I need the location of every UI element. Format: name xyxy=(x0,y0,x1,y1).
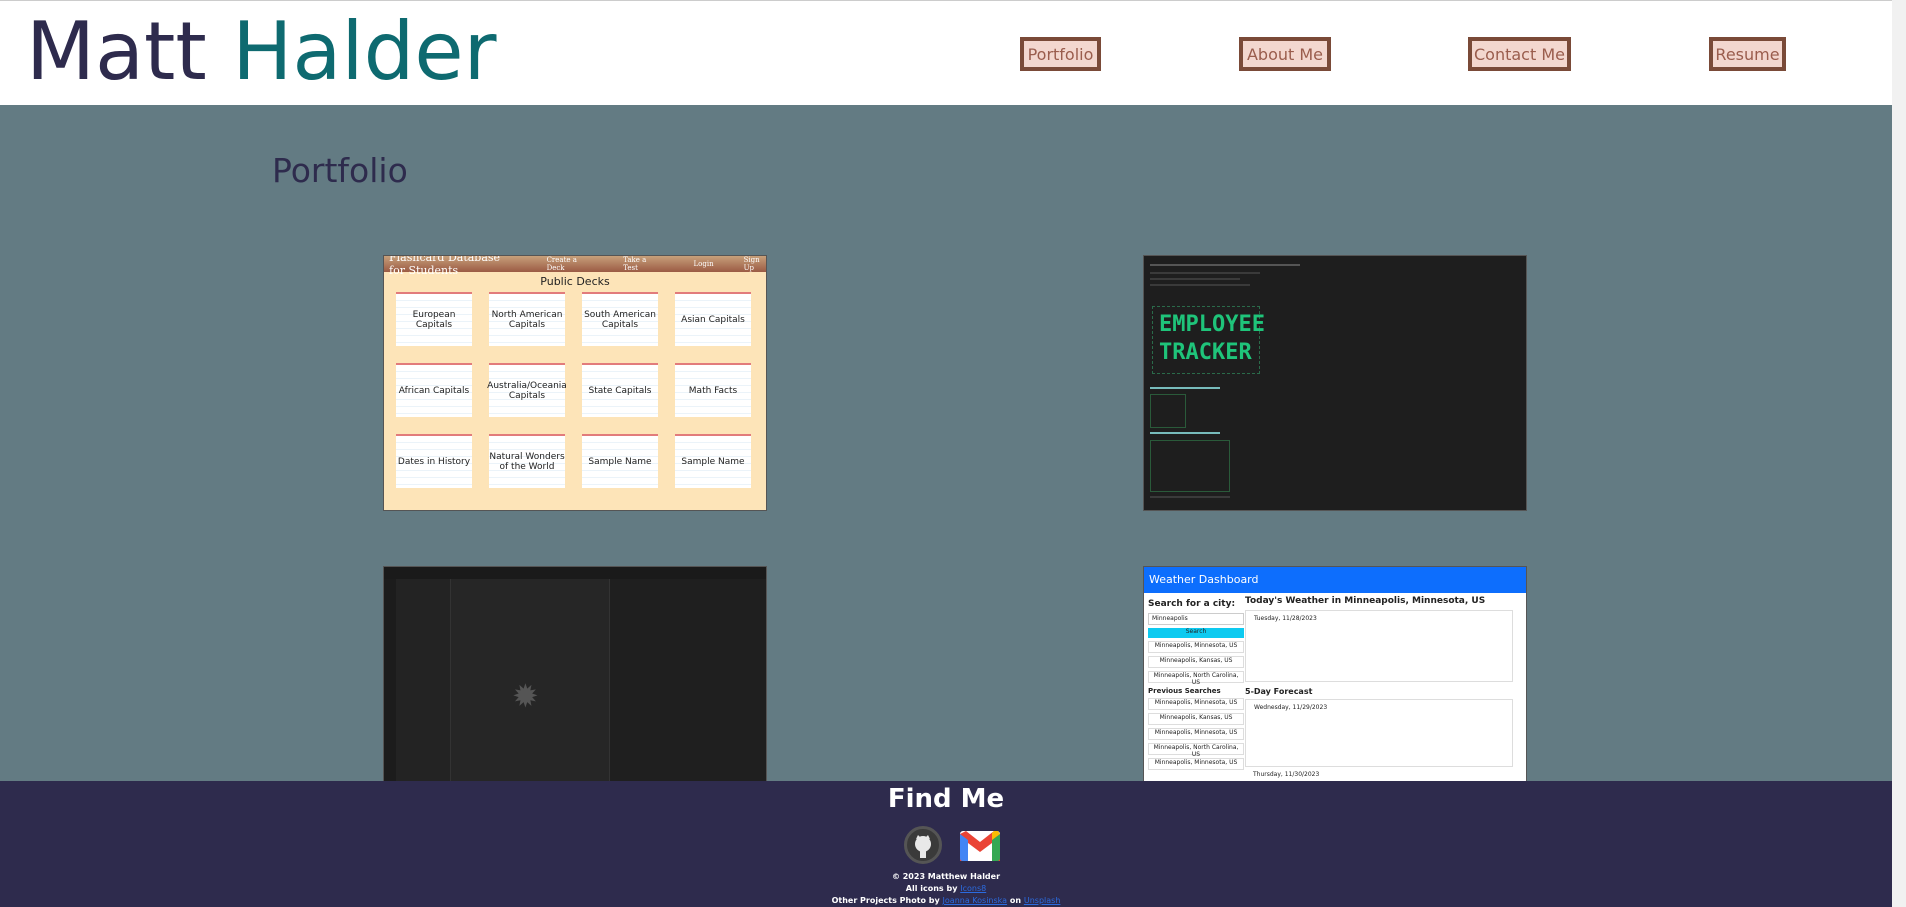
site-name-last: Halder xyxy=(232,5,497,98)
footer-icons-prefix: All icons by xyxy=(905,884,958,893)
site-name-first: Matt xyxy=(26,5,207,98)
weather-search-input: Minneapolis xyxy=(1148,613,1244,625)
weather-today-card: Tuesday, 11/28/2023 xyxy=(1245,610,1513,682)
deck-card: State Capitals xyxy=(582,363,658,417)
deck-card: Australia/Oceania Capitals xyxy=(487,363,567,417)
project-employee-tracker-thumbnail[interactable]: EMPLOYEE TRACKER xyxy=(1143,255,1527,511)
deck-card: Sample Name xyxy=(675,434,751,488)
deck-card: North American Capitals xyxy=(489,292,565,346)
weather-today-title: Today's Weather in Minneapolis, Minnesot… xyxy=(1245,596,1486,606)
weather-header: Weather Dashboard xyxy=(1144,567,1526,593)
flashcard-app-title: Flashcard Database for Students xyxy=(389,255,501,277)
weather-search-label: Search for a city: xyxy=(1148,599,1236,609)
site-footer: Find Me © 2023 Matthew Halder All icons … xyxy=(0,781,1892,907)
project-flashcard-thumbnail[interactable]: Flashcard Database for Students Create a… xyxy=(383,255,767,511)
deck-card: South American Capitals xyxy=(582,292,658,346)
weather-forecast-card: Wednesday, 11/29/2023 xyxy=(1245,699,1513,767)
deck-card: Math Facts xyxy=(675,363,751,417)
site-header: Matt Halder Portfolio About Me Contact M… xyxy=(0,0,1906,105)
flashcard-nav-login: Login xyxy=(693,260,714,268)
logo-line1: EMPLOYEE xyxy=(1159,312,1265,337)
employee-tracker-logo: EMPLOYEE TRACKER xyxy=(1152,306,1265,374)
flashcard-app-bar: Flashcard Database for Students Create a… xyxy=(384,256,766,277)
terminal-line xyxy=(1150,432,1220,434)
deck-card: European Capitals xyxy=(396,292,472,346)
nav-resume-button[interactable]: Resume xyxy=(1709,37,1786,71)
deck-card: Dates in History xyxy=(396,434,472,488)
flashcard-nav-signup: Sign Up xyxy=(743,256,760,272)
weather-forecast-day: Wednesday, 11/29/2023 xyxy=(1254,704,1328,711)
weather-result: Minneapolis, North Carolina, US xyxy=(1148,671,1244,686)
gmail-icon[interactable] xyxy=(958,829,1002,863)
footer-title: Find Me xyxy=(887,784,1005,814)
terminal-line xyxy=(1150,284,1250,286)
weather-previous: Minneapolis, North Carolina, US xyxy=(1148,743,1244,758)
weather-today-date: Tuesday, 11/28/2023 xyxy=(1254,615,1317,622)
logo-line2: TRACKER xyxy=(1159,340,1252,365)
site-name: Matt Halder xyxy=(26,5,497,98)
footer-copyright: © 2023 Matthew Halder xyxy=(891,872,1001,881)
footer-icons-link[interactable]: Icons8 xyxy=(960,884,986,893)
weather-previous: Minneapolis, Minnesota, US xyxy=(1148,698,1244,710)
footer-photo-credit: Other Projects Photo by Joanna Kosinska … xyxy=(0,896,1892,905)
page-title: Portfolio xyxy=(272,151,408,190)
terminal-line xyxy=(1150,272,1260,274)
terminal-line xyxy=(1150,387,1220,389)
page-scrollbar[interactable] xyxy=(1892,0,1906,907)
app-titlebar xyxy=(384,567,766,579)
footer-photo-prefix: Other Projects Photo by xyxy=(831,896,940,905)
weather-forecast-day: Thursday, 11/30/2023 xyxy=(1253,771,1320,778)
deck-card: Sample Name xyxy=(582,434,658,488)
nav-contact-button[interactable]: Contact Me xyxy=(1468,37,1571,71)
weather-search-column: Search for a city: Minneapolis Search Mi… xyxy=(1148,599,1244,770)
deck-card: African Capitals xyxy=(396,363,472,417)
weather-previous: Minneapolis, Kansas, US xyxy=(1148,713,1244,725)
terminal-line xyxy=(1150,278,1240,280)
footer-photo-author-link[interactable]: Joanna Kosinska xyxy=(943,896,1008,905)
footer-icons-credit: All icons by Icons8 xyxy=(0,884,1892,893)
terminal-line xyxy=(1150,264,1300,266)
terminal-line xyxy=(1150,496,1230,498)
weather-result: Minneapolis, Kansas, US xyxy=(1148,656,1244,668)
weather-forecast-title: 5-Day Forecast xyxy=(1245,687,1313,696)
terminal-table xyxy=(1150,440,1230,492)
footer-photo-on: on xyxy=(1009,896,1022,905)
flashcard-nav-create: Create a Deck xyxy=(546,256,577,272)
weather-search-button: Search xyxy=(1148,628,1244,638)
weather-previous-label: Previous Searches xyxy=(1148,687,1221,695)
weather-result: Minneapolis, Minnesota, US xyxy=(1148,641,1244,653)
github-icon[interactable] xyxy=(904,826,942,864)
weather-previous: Minneapolis, Minnesota, US xyxy=(1148,728,1244,740)
flashcard-deck-grid: European Capitals North American Capital… xyxy=(384,292,766,488)
deck-card: Asian Capitals xyxy=(675,292,751,346)
bug-icon: ✹ xyxy=(512,677,539,715)
flashcard-nav-test: Take a Test xyxy=(623,256,647,272)
footer-photo-site-link[interactable]: Unsplash xyxy=(1024,896,1061,905)
terminal-table xyxy=(1150,394,1186,428)
nav-about-button[interactable]: About Me xyxy=(1239,37,1331,71)
deck-card: Natural Wonders of the World xyxy=(489,434,565,488)
weather-previous: Minneapolis, Minnesota, US xyxy=(1148,758,1244,770)
nav-portfolio-button[interactable]: Portfolio xyxy=(1020,37,1101,71)
